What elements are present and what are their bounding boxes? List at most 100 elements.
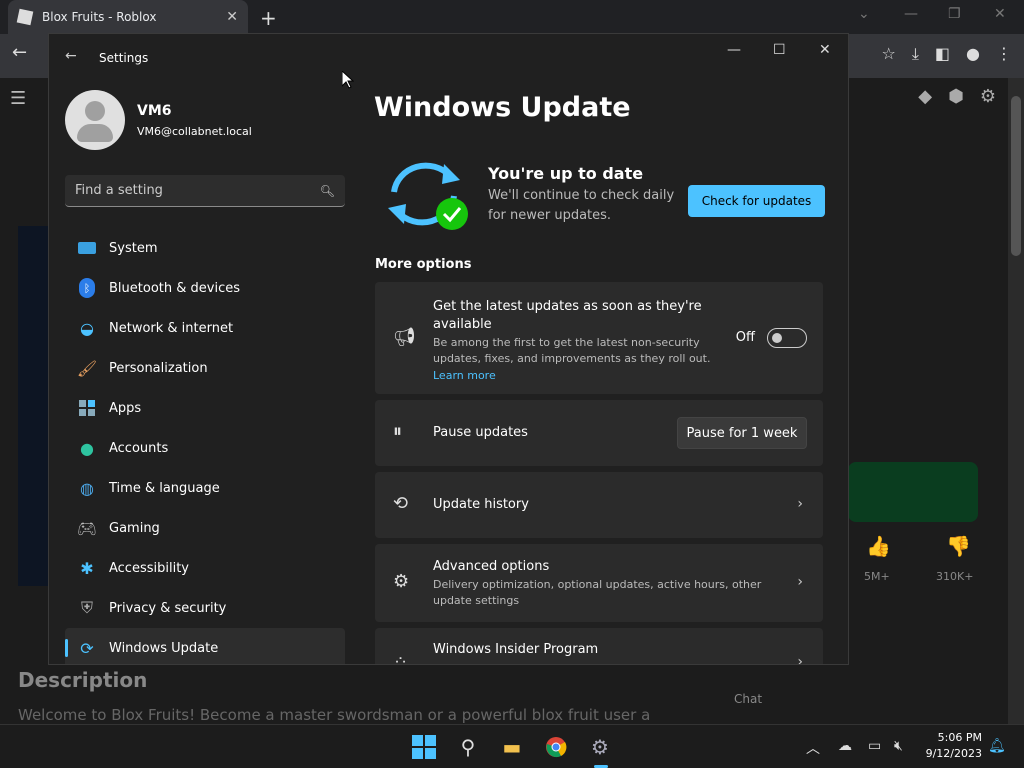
latest-updates-desc: Be among the first to get the latest non… [433,336,711,365]
nav-label: Network & internet [109,320,234,336]
side-panel-icon[interactable]: ◧ [935,44,950,64]
update-history-title: Update history [433,497,529,512]
tab-title: Blox Fruits - Roblox [42,10,157,24]
settings-nav: System ᛒ Bluetooth & devices ◒ Network &… [65,228,345,664]
taskbar-clock[interactable]: 5:06 PM 9/12/2023 [926,730,982,762]
nav-label: Time & language [109,480,220,496]
download-icon[interactable]: ⤓ [912,44,919,64]
nav-label: Accessibility [109,560,189,576]
onedrive-icon[interactable]: ☁ [838,738,852,754]
bluetooth-icon: ᛒ [77,278,97,298]
page-scrollbar-thumb[interactable] [1011,96,1021,256]
profile-icon[interactable]: ● [966,44,980,64]
windows-start-icon[interactable] [411,734,437,760]
settings-gear-icon[interactable]: ⚙ [587,734,613,760]
nav-label: Accounts [109,440,169,456]
pause-updates-title: Pause updates [433,425,528,440]
user-name: VM6 [137,102,172,119]
more-options-heading: More options [375,257,472,272]
page-title: Windows Update [374,92,631,123]
chat-label[interactable]: Chat [734,692,762,706]
hamburger-menu-icon[interactable]: ☰ [10,88,26,109]
pause-for-1-week-button[interactable]: Pause for 1 week [677,417,807,449]
bookmark-star-icon[interactable]: ☆ [881,44,895,64]
settings-gear-icon[interactable]: ⚙ [980,86,996,107]
settings-back-icon[interactable]: ← [65,48,77,64]
nav-item-gaming[interactable]: 🎮︎ Gaming [65,508,345,548]
advanced-options-card[interactable]: ⚙ Advanced options Delivery optimization… [375,544,823,622]
apps-icon [77,398,97,418]
nav-item-apps[interactable]: Apps [65,388,345,428]
profile-text: VM6 VM6@collabnet.local [137,103,252,138]
game-thumbnail [18,226,48,586]
roblox-icon [16,8,34,26]
nav-label: System [109,240,158,256]
thumbs-down-icon[interactable]: 👎 [946,534,971,558]
system-icon [77,238,97,258]
browser-toolbar-icons: ☆ ⤓ ◧ ● ⋮ [881,44,1012,64]
mouse-cursor-icon [342,71,354,89]
speaker-muted-icon[interactable]: 🔇︎ [894,738,903,754]
history-icon: ⟲ [393,493,409,514]
chrome-icon[interactable] [543,734,569,760]
nav-item-personalization[interactable]: 🖌︎ Personalization [65,348,345,388]
nav-item-system[interactable]: System [65,228,345,268]
description-text: Welcome to Blox Fruits! Become a master … [18,706,651,724]
user-email: VM6@collabnet.local [137,124,252,138]
robux-icon[interactable]: ⬢ [948,86,964,107]
pause-icon: ⏸︎ [393,421,402,442]
close-icon[interactable]: ✕ [994,6,1006,22]
nav-label: Privacy & security [109,600,227,616]
notification-bell-icon[interactable]: 🔔︎ [988,738,1006,754]
tab-close-icon[interactable]: ✕ [226,9,238,25]
nav-item-bluetooth[interactable]: ᛒ Bluetooth & devices [65,268,345,308]
nav-label: Personalization [109,360,208,376]
restore-icon[interactable]: ❐ [948,6,961,22]
notification-bell-icon[interactable]: ◆ [918,86,932,107]
nav-item-windows-update[interactable]: ⟳ Windows Update [65,628,345,664]
chevron-right-icon: › [797,654,803,665]
search-input[interactable] [75,183,320,198]
tab-search-icon[interactable]: ⌄ [858,6,870,22]
minimize-icon[interactable]: — [904,6,918,22]
play-button[interactable] [848,462,978,522]
nav-label: Gaming [109,520,160,536]
check-for-updates-button[interactable]: Check for updates [688,185,825,217]
insider-program-card[interactable]: ⁘ Windows Insider Program › [375,628,823,665]
search-icon[interactable]: 🔍︎ [320,184,335,198]
user-profile[interactable]: VM6 VM6@collabnet.local [65,90,252,150]
windows-update-pane: Windows Update You're up to date We'll c… [374,34,848,665]
nav-item-accessibility[interactable]: ✱ Accessibility [65,548,345,588]
avatar-head [85,101,105,121]
menu-dots-icon[interactable]: ⋮ [996,44,1012,64]
sync-icon: ⟳ [80,638,94,658]
new-tab-button[interactable]: + [260,6,277,30]
learn-more-link[interactable]: Learn more [433,369,496,382]
setting-search-box[interactable]: 🔍︎ [65,175,345,207]
nav-item-time-language[interactable]: ◍ Time & language [65,468,345,508]
browser-back-icon[interactable]: ← [12,42,27,63]
status-title: You're up to date [488,164,644,183]
latest-updates-toggle[interactable] [767,328,807,348]
file-explorer-icon[interactable]: ▬ [499,734,525,760]
wifi-icon: ◒ [80,318,94,338]
chevron-up-icon[interactable]: ︿ [806,738,820,758]
update-history-card[interactable]: ⟲ Update history › [375,472,823,538]
nav-item-network[interactable]: ◒ Network & internet [65,308,345,348]
accessibility-icon: ✱ [80,558,94,578]
settings-window: ← Settings — ☐ ✕ VM6 VM6@collabnet.local… [48,33,849,665]
nav-item-privacy[interactable]: ⛨ Privacy & security [65,588,345,628]
tab-bar: Blox Fruits - Roblox ✕ + ⌄ — ❐ ✕ [0,0,1024,34]
shield-icon: ⛨ [80,598,93,617]
thumbs-up-icon[interactable]: 👍 [866,534,891,558]
nav-item-accounts[interactable]: ● Accounts [65,428,345,468]
display-icon[interactable]: ▭ [868,738,881,754]
clock-date: 9/12/2023 [925,747,982,760]
gears-icon: ⚙ [393,571,410,592]
search-icon[interactable]: ⚲ [455,734,481,760]
chevron-right-icon: › [797,574,803,590]
nav-label: Bluetooth & devices [109,280,240,296]
browser-tab[interactable]: Blox Fruits - Roblox ✕ [8,0,248,34]
account-icon: ● [80,438,94,458]
insider-program-title: Windows Insider Program [433,642,599,657]
